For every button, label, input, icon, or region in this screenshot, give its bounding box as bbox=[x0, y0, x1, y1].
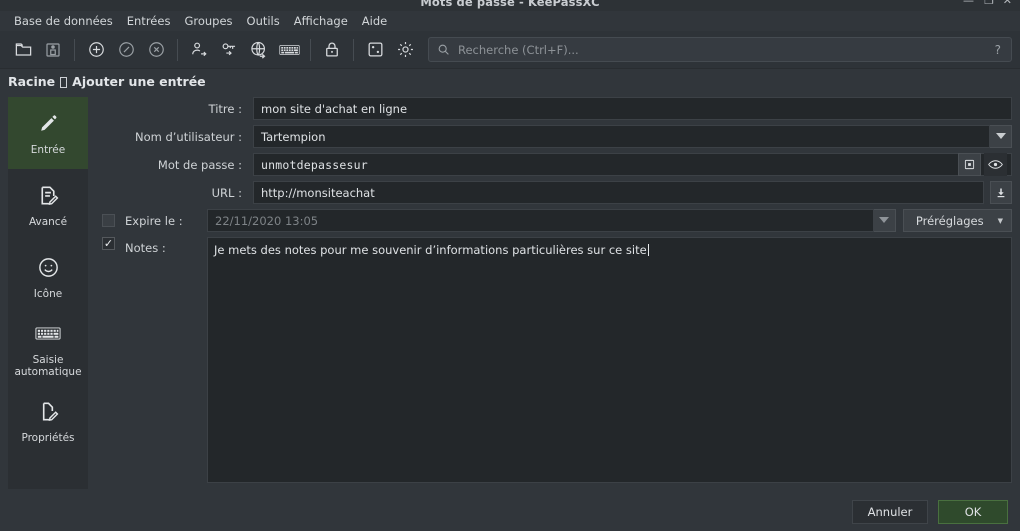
title-label: Titre : bbox=[208, 101, 242, 116]
search-icon bbox=[437, 43, 450, 56]
maximize-button[interactable]: ❐ bbox=[984, 0, 994, 8]
download-icon bbox=[997, 188, 1005, 197]
toolbar-separator bbox=[177, 38, 178, 61]
field-row-notes: ✓ Notes : Je mets des notes pour me souv… bbox=[88, 237, 1012, 489]
close-button[interactable]: ✕ bbox=[1003, 0, 1012, 8]
menu-groupes[interactable]: Groupes bbox=[177, 12, 239, 30]
password-input[interactable]: unmotdepassesur bbox=[253, 153, 958, 176]
menu-entrees[interactable]: Entrées bbox=[120, 12, 178, 30]
sidebar-item-entree[interactable]: Entrée bbox=[8, 97, 88, 169]
field-row-expires: Expire le : 22/11/2020 13:05 Préréglages… bbox=[88, 209, 1012, 232]
settings-icon[interactable] bbox=[390, 36, 420, 64]
open-url-icon[interactable] bbox=[244, 36, 274, 64]
sidebar-item-label: Entrée bbox=[30, 143, 66, 156]
expires-presets-button[interactable]: Préréglages ▼ bbox=[902, 209, 1012, 232]
breadcrumb-separator-icon bbox=[60, 76, 68, 88]
toolbar-separator bbox=[310, 38, 311, 61]
open-database-icon[interactable] bbox=[8, 36, 38, 64]
username-dropdown-button[interactable] bbox=[990, 125, 1012, 148]
expires-calendar-dropdown-button[interactable] bbox=[873, 209, 896, 232]
notes-textarea[interactable]: Je mets des notes pour me souvenir d’inf… bbox=[207, 237, 1012, 483]
username-input[interactable]: Tartempion bbox=[253, 125, 990, 148]
notes-label: Notes : bbox=[125, 241, 166, 255]
url-label: URL : bbox=[211, 185, 242, 200]
field-row-username: Nom d’utilisateur : Tartempion bbox=[88, 125, 1012, 148]
field-row-title: Titre : mon site d'achat en ligne bbox=[88, 97, 1012, 120]
sidebar-item-label: Icône bbox=[33, 287, 63, 300]
password-generator-icon[interactable] bbox=[958, 153, 981, 176]
keepassxc-window: Mots de passe - KeePassXC — ❐ ✕ Base de … bbox=[0, 0, 1020, 531]
expires-date-input[interactable]: 22/11/2020 13:05 bbox=[207, 209, 874, 232]
main-toolbar: Recherche (Ctrl+F)... ? bbox=[0, 31, 1020, 69]
edit-entry-icon[interactable] bbox=[111, 36, 141, 64]
window-title: Mots de passe - KeePassXC bbox=[420, 0, 600, 9]
entry-form: Titre : mon site d'achat en ligne Nom d’… bbox=[88, 93, 1020, 493]
field-row-password: Mot de passe : unmotdepassesur bbox=[88, 153, 1012, 176]
breadcrumb: Racine Ajouter une entrée bbox=[0, 69, 1020, 93]
notes-text: Je mets des notes pour me souvenir d’inf… bbox=[214, 243, 647, 257]
menu-affichage[interactable]: Affichage bbox=[287, 12, 355, 30]
url-input[interactable]: http://monsiteachat bbox=[253, 181, 984, 204]
keyboard-icon bbox=[35, 321, 61, 347]
menu-base-de-donnees[interactable]: Base de données bbox=[7, 12, 120, 30]
document-edit-icon bbox=[37, 183, 60, 209]
username-label: Nom d’utilisateur : bbox=[134, 129, 242, 144]
toolbar-separator bbox=[74, 38, 75, 61]
toggle-password-visibility-icon[interactable] bbox=[984, 153, 1007, 176]
properties-icon bbox=[37, 399, 60, 425]
chevron-down-icon: ▼ bbox=[997, 216, 1003, 225]
menu-aide[interactable]: Aide bbox=[355, 12, 394, 30]
ok-button[interactable]: OK bbox=[938, 500, 1008, 524]
title-bar: Mots de passe - KeePassXC — ❐ ✕ bbox=[0, 0, 1020, 11]
add-entry-icon[interactable] bbox=[81, 36, 111, 64]
field-row-url: URL : http://monsiteachat bbox=[88, 181, 1012, 204]
copy-password-icon[interactable] bbox=[214, 36, 244, 64]
auto-type-icon[interactable] bbox=[274, 36, 304, 64]
password-tools bbox=[958, 153, 1012, 176]
expires-checkbox[interactable] bbox=[102, 214, 115, 227]
lock-database-icon[interactable] bbox=[317, 36, 347, 64]
dialog-sidebar: Entrée Avancé Icône Saisie automatique P… bbox=[8, 97, 88, 489]
menu-outils[interactable]: Outils bbox=[240, 12, 287, 30]
dialog-body: Entrée Avancé Icône Saisie automatique P… bbox=[0, 93, 1020, 493]
search-placeholder: Recherche (Ctrl+F)... bbox=[458, 42, 579, 57]
search-input[interactable]: Recherche (Ctrl+F)... ? bbox=[428, 37, 1012, 62]
sidebar-item-icone[interactable]: Icône bbox=[8, 241, 88, 313]
password-generator-icon[interactable] bbox=[360, 36, 390, 64]
expires-label: Expire le : bbox=[125, 213, 183, 228]
dialog-footer: Annuler OK bbox=[0, 493, 1020, 531]
chevron-down-icon bbox=[879, 217, 890, 223]
copy-username-icon[interactable] bbox=[184, 36, 214, 64]
search-help-icon[interactable]: ? bbox=[995, 43, 1003, 57]
breadcrumb-page: Ajouter une entrée bbox=[72, 73, 206, 89]
cancel-button[interactable]: Annuler bbox=[852, 500, 928, 524]
sidebar-item-label: Avancé bbox=[28, 215, 68, 228]
sidebar-item-label: Propriétés bbox=[21, 431, 75, 444]
delete-entry-icon[interactable] bbox=[141, 36, 171, 64]
text-cursor bbox=[647, 244, 649, 256]
password-label: Mot de passe : bbox=[157, 157, 242, 172]
sidebar-item-label: Saisie automatique bbox=[14, 353, 82, 378]
minimize-button[interactable]: — bbox=[963, 0, 974, 8]
sidebar-item-proprietes[interactable]: Propriétés bbox=[8, 385, 88, 457]
notes-checkbox[interactable]: ✓ bbox=[102, 237, 115, 250]
sidebar-item-saisie-automatique[interactable]: Saisie automatique bbox=[8, 313, 88, 385]
sidebar-item-avance[interactable]: Avancé bbox=[8, 169, 88, 241]
pencil-icon bbox=[36, 111, 60, 137]
smiley-icon bbox=[37, 255, 60, 281]
save-database-icon[interactable] bbox=[38, 36, 68, 64]
title-input[interactable]: mon site d'achat en ligne bbox=[253, 97, 1012, 120]
menu-bar: Base de données Entrées Groupes Outils A… bbox=[0, 11, 1020, 31]
expires-presets-label: Préréglages bbox=[915, 213, 984, 228]
chevron-down-icon bbox=[995, 133, 1006, 139]
toolbar-separator bbox=[353, 38, 354, 61]
fetch-favicon-button[interactable] bbox=[990, 181, 1012, 204]
breadcrumb-group: Racine bbox=[8, 73, 56, 89]
